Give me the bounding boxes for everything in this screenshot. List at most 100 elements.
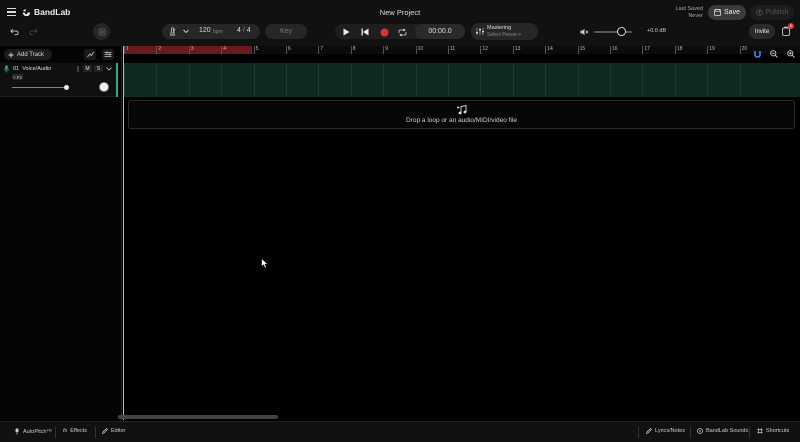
ruler-tick <box>124 46 125 54</box>
ruler-tick <box>480 46 482 54</box>
track-pan-knob[interactable] <box>99 82 109 92</box>
master-volume-slider[interactable] <box>594 31 632 33</box>
lane-gridline <box>642 63 644 97</box>
ruler-tick <box>286 46 287 54</box>
settings-icon <box>104 51 112 57</box>
publish-button[interactable]: Publish <box>750 5 794 20</box>
ruler-tick <box>156 46 158 54</box>
tempo-unit: bpm <box>213 29 223 35</box>
lane-gridline <box>286 63 287 97</box>
ruler-tick <box>642 46 644 54</box>
drop-zone-text: Drop a loop or an audio/MIDI/video file <box>406 117 517 124</box>
divider <box>55 427 56 438</box>
lane-gridline <box>415 63 417 97</box>
ruler-tick <box>318 46 320 54</box>
ruler-tick <box>545 46 547 54</box>
shortcuts-icon <box>757 428 763 434</box>
lyrics-notes-button[interactable]: Lyrics/Notes <box>646 428 685 434</box>
add-track-button[interactable]: Add Track <box>4 49 52 60</box>
autopitch-icon <box>15 428 19 435</box>
mastering-icon <box>476 28 484 35</box>
track-volume-slider[interactable] <box>12 87 67 89</box>
tempo-value[interactable]: 120 <box>199 27 211 34</box>
brand-row: BandLab New Project Last Saved Never Sav… <box>0 0 800 24</box>
lane-gridline <box>350 63 352 97</box>
mastering-button[interactable]: Mastering Select Preset > <box>471 23 538 40</box>
redo-icon <box>28 28 38 36</box>
record-icon[interactable] <box>380 28 389 37</box>
ruler-tick <box>415 46 417 54</box>
save-label: Save <box>724 9 740 16</box>
metronome-icon[interactable] <box>168 27 177 36</box>
lane-gridline <box>480 63 482 97</box>
ruler-bar-label: 4 <box>223 46 226 52</box>
last-saved-label: Last Saved <box>675 6 703 12</box>
loop-icon[interactable] <box>398 27 407 37</box>
lyrics-label: Lyrics/Notes <box>655 428 686 434</box>
ruler-bar-label: 9 <box>385 46 388 52</box>
last-saved-status: Last Saved Never <box>675 6 703 20</box>
track-settings-button[interactable] <box>102 49 114 60</box>
volume-db-readout: +0.0 dB <box>647 28 667 34</box>
sounds-icon <box>697 428 703 434</box>
redo-button[interactable] <box>25 24 41 40</box>
solo-button[interactable]: S <box>94 65 103 72</box>
time-signature[interactable]: 4 / 4 <box>237 27 251 34</box>
key-button[interactable]: Key <box>265 24 307 39</box>
plus-icon <box>8 52 14 57</box>
invite-button[interactable]: Invite <box>749 24 775 39</box>
zoom-in-icon[interactable] <box>787 50 795 58</box>
save-button[interactable]: Save <box>708 5 746 20</box>
track-header[interactable]: 01 Voice/Audio M S + Fx <box>0 63 118 97</box>
effects-button[interactable]: fx Effects <box>63 428 87 434</box>
chevron-down-icon[interactable] <box>183 29 189 34</box>
chevron-down-icon[interactable] <box>106 67 112 71</box>
bottom-bar: AutoPitch™ fx Effects Editor Lyrics/Note… <box>0 421 800 442</box>
automation-button[interactable] <box>84 49 96 60</box>
track-title: Voice/Audio <box>22 66 52 72</box>
master-volume-handle[interactable] <box>616 27 626 36</box>
track-color-accent <box>116 63 118 97</box>
ruler-bar-label: 1 <box>126 46 129 52</box>
shortcuts-button[interactable]: Shortcuts <box>757 428 789 434</box>
autopitch-button[interactable]: AutoPitch™ <box>14 428 52 435</box>
lane-gridline <box>577 63 579 97</box>
lane-gridline <box>318 63 320 97</box>
music-note-icon <box>457 104 467 115</box>
bandlab-sounds-button[interactable]: BandLab Sounds <box>697 428 748 434</box>
editor-button[interactable]: Editor <box>102 428 125 434</box>
track-volume-handle[interactable] <box>64 85 69 90</box>
track-fx-button[interactable]: + Fx <box>12 74 23 80</box>
ruler-tick <box>577 46 579 54</box>
time-sig-separator: / <box>242 27 245 34</box>
ruler-bar-label: 14 <box>547 46 553 52</box>
notifications[interactable]: 2 <box>782 23 794 38</box>
lane-gridline <box>739 63 741 97</box>
mute-button[interactable]: M <box>83 65 92 72</box>
ruler-bar-label: 11 <box>450 46 456 52</box>
toolbar: 120 bpm 4 / 4 Key 00:00.0 Mastering Sele… <box>0 22 800 42</box>
zoom-out-icon[interactable] <box>770 50 778 58</box>
undo-icon <box>9 28 19 36</box>
lane-gridline <box>124 63 125 97</box>
lane-gridline <box>156 63 158 97</box>
mastering-title: Mastering <box>487 25 512 31</box>
ruler-bar-label: 12 <box>482 46 488 52</box>
ruler-tick <box>448 46 449 54</box>
skip-back-icon[interactable] <box>361 28 369 36</box>
track-name[interactable]: 01 Voice/Audio <box>13 66 51 72</box>
playhead[interactable] <box>123 46 124 420</box>
instrument-button[interactable] <box>93 23 110 40</box>
more-icon[interactable] <box>77 66 79 72</box>
undo-button[interactable] <box>6 24 22 40</box>
horizontal-scrollbar[interactable] <box>118 415 278 419</box>
play-icon[interactable] <box>343 28 350 36</box>
drop-zone[interactable]: Drop a loop or an audio/MIDI/video file <box>128 100 795 129</box>
ruler-bar-label: 15 <box>579 46 586 52</box>
magnet-icon[interactable] <box>754 50 761 58</box>
speaker-icon[interactable] <box>580 28 589 36</box>
track-lane[interactable] <box>123 63 800 97</box>
ruler-bar-label: 10 <box>417 46 424 52</box>
mouse-cursor-icon <box>261 258 269 269</box>
lane-gridline <box>383 63 385 97</box>
